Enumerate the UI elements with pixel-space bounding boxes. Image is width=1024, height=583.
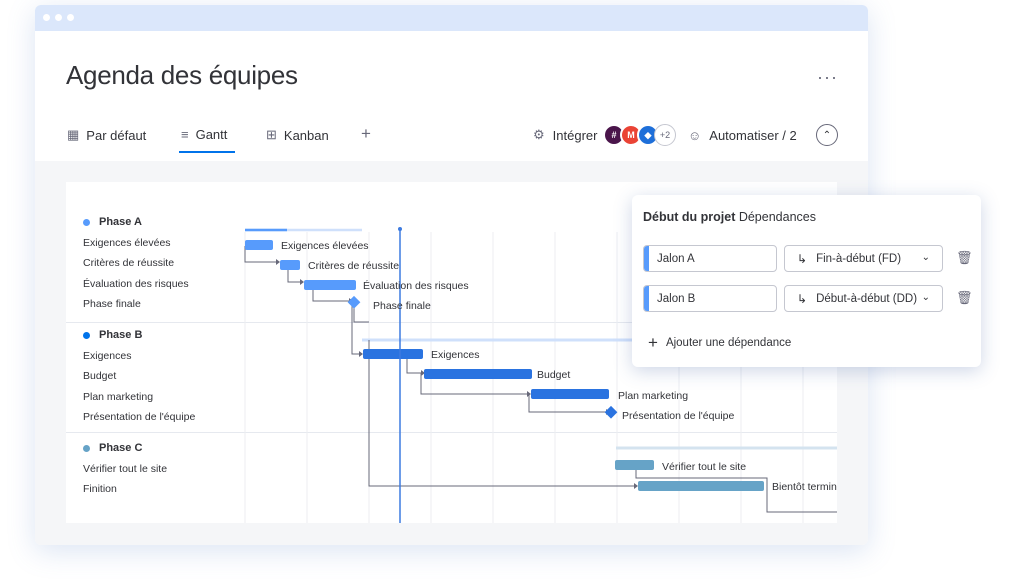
bar-label: Plan marketing [618, 390, 688, 402]
dependency-arrow-icon: ↳ [797, 251, 808, 266]
gantt-bar [363, 349, 423, 359]
plug-icon: ⚙ [533, 127, 545, 142]
dependency-line [351, 304, 359, 355]
automate-label: Automatiser / 2 [709, 127, 797, 143]
bar-label: Critères de réussite [308, 260, 399, 272]
arrow-head [634, 483, 638, 489]
tab-kanban[interactable]: ⊞ Kanban [266, 117, 329, 153]
window-dot [55, 14, 62, 21]
gantt-bar [245, 240, 273, 250]
window-dot [67, 14, 74, 21]
bar-label: Budget [537, 369, 570, 381]
table-icon: ▦ [67, 127, 80, 142]
trash-icon[interactable]: 🗑 [956, 290, 973, 306]
tab-label: Par défaut [86, 127, 147, 143]
chevron-down-icon: ⌄ [921, 252, 930, 263]
integrate-label: Intégrer [552, 127, 598, 143]
bar-label: Exigences [431, 349, 479, 361]
bar-label: Bientôt termin [772, 481, 837, 493]
popup-title: Début du projet Dépendances [643, 210, 816, 224]
today-marker [398, 227, 402, 231]
gantt-bar [304, 280, 356, 290]
dependency-type-select[interactable]: ↳ Début-à-début (DD) ⌄ [784, 285, 943, 312]
integration-apps[interactable]: # M ◆ +2 [603, 124, 676, 146]
tab-gantt[interactable]: ≡ Gantt [179, 117, 236, 153]
trash-icon[interactable]: 🗑 [956, 250, 973, 266]
gantt-icon: ≡ [181, 126, 189, 142]
gantt-bar [424, 369, 532, 379]
arrow-head [300, 279, 304, 285]
popup-title-task: Début du projet [643, 210, 736, 224]
automate-button[interactable]: ☺ Automatiser / 2 [688, 117, 797, 153]
dependency-color-accent [644, 286, 649, 311]
dependency-row: Jalon A ↳ Fin-à-début (FD) ⌄ 🗑 [643, 245, 973, 272]
dependency-name-field[interactable]: Jalon B [643, 285, 777, 312]
bar-label: Évaluation des risques [363, 279, 469, 292]
bar-label: Présentation de l'équipe [622, 410, 734, 422]
plus-icon: + [648, 333, 658, 352]
milestone [347, 295, 361, 309]
kanban-icon: ⊞ [266, 127, 277, 142]
dependency-row: Jalon B ↳ Début-à-début (DD) ⌄ 🗑 [643, 285, 973, 312]
bar-label: Exigences élevées [281, 240, 369, 252]
bar-label: Phase finale [373, 300, 431, 312]
bar-label: Vérifier tout le site [662, 461, 746, 473]
gantt-bar [280, 260, 300, 270]
dependency-type-label: Fin-à-début (FD) [816, 252, 902, 265]
tab-label: Gantt [195, 126, 228, 142]
dependency-type-select[interactable]: ↳ Fin-à-début (FD) ⌄ [784, 245, 943, 272]
popup-title-suffix: Dépendances [735, 210, 816, 224]
arrow-head [359, 351, 363, 357]
add-view-button[interactable]: + [361, 124, 371, 144]
window-dot [43, 14, 50, 21]
dependency-line [353, 304, 369, 323]
collapse-button[interactable]: ⌃ [816, 124, 838, 146]
dependency-type-label: Début-à-début (DD) [816, 292, 918, 305]
dependency-name: Jalon A [657, 252, 695, 265]
integrate-button[interactable]: ⚙ Intégrer [533, 117, 597, 153]
more-apps-badge: +2 [654, 124, 676, 146]
milestone [604, 405, 618, 419]
tab-default[interactable]: ▦ Par défaut [67, 117, 146, 153]
dependency-name-field[interactable]: Jalon A [643, 245, 777, 272]
title-bar [35, 5, 868, 31]
dependency-name: Jalon B [657, 292, 696, 305]
chevron-down-icon: ⌄ [921, 292, 930, 303]
add-dependency-label: Ajouter une dépendance [665, 337, 792, 349]
dependency-line [368, 340, 637, 487]
view-bar: ▦ Par défaut ≡ Gantt ⊞ Kanban + ⚙ Intégr… [35, 117, 868, 157]
dependencies-popup: Début du projet Dépendances Jalon A ↳ Fi… [632, 195, 981, 367]
gantt-bar [615, 460, 654, 470]
dependency-color-accent [644, 246, 649, 271]
page-title: Agenda des équipes [66, 60, 298, 90]
arrow-head [276, 259, 280, 265]
dependency-arrow-icon: ↳ [797, 291, 808, 306]
gantt-bar [531, 389, 609, 399]
tab-label: Kanban [283, 127, 329, 143]
add-dependency-button[interactable]: + Ajouter une dépendance [648, 333, 791, 353]
robot-icon: ☺ [688, 127, 702, 143]
more-options-button[interactable]: ··· [817, 67, 838, 88]
gantt-bar [638, 481, 764, 491]
